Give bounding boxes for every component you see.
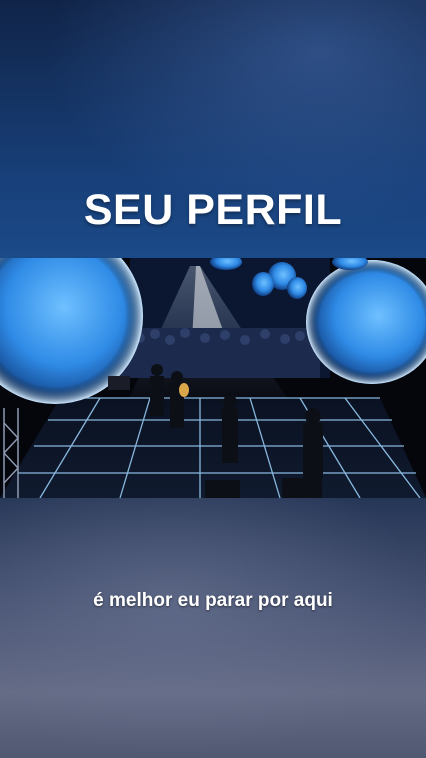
video-frame[interactable] xyxy=(0,258,426,498)
background-bottom xyxy=(0,498,426,758)
concert-stage-scene xyxy=(0,258,426,498)
overlay-caption: é melhor eu parar por aqui xyxy=(93,590,333,611)
overlay-title: SEU PERFIL xyxy=(83,186,343,234)
